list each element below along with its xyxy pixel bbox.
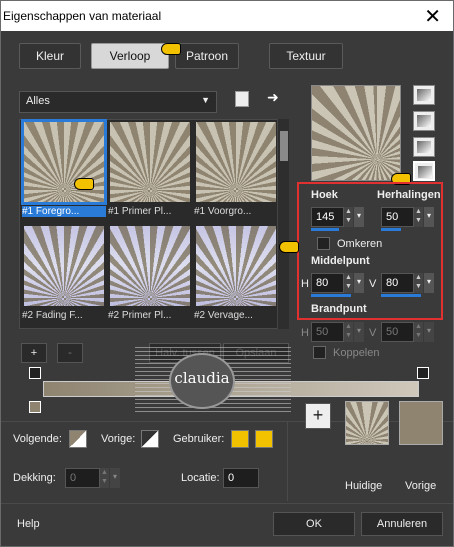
tab-verloop[interactable]: Verloop [91,43,169,69]
middelpunt-v-slider[interactable] [381,294,421,297]
dekking-label: Dekking: [13,472,56,484]
middelpunt-h-dropdown[interactable]: ▾ [354,273,364,293]
thumbnail-label: #1 Primer Pl... [108,206,172,217]
highlight-frame [297,182,443,320]
material-properties-dialog: Eigenschappen van materiaal ✕ Kleur Verl… [0,0,454,547]
thumbnail-label: #1 Voorgro... [194,206,252,217]
middelpunt-h-slider[interactable] [311,294,351,297]
opacity-stop-left[interactable] [29,367,41,379]
rectangular-style-button[interactable] [413,111,435,131]
herhalingen-spinner[interactable]: ▲ ▼ [413,207,423,227]
vertical-divider [287,421,288,501]
brandpunt-h-dropdown[interactable]: ▾ [354,322,364,342]
middelpunt-v-spinner[interactable]: ▲ ▼ [413,273,423,293]
sunburst-style-button[interactable] [413,161,435,181]
cancel-button[interactable]: Annuleren [361,512,443,536]
radial-style-button[interactable] [413,137,435,157]
middelpunt-label: Middelpunt [311,255,370,267]
locatie-input[interactable]: 0 [223,468,259,488]
ok-button[interactable]: OK [273,512,355,536]
tab-patroon[interactable]: Patroon [175,43,239,69]
gebruiker-label: Gebruiker: [173,433,225,445]
hoek-spinner[interactable]: ▲ ▼ [343,207,353,227]
linear-style-button[interactable] [413,85,435,105]
gradient-thumbnail[interactable] [110,226,190,306]
thumbnail-label: #2 Fading F... [22,310,83,321]
title-bar: Eigenschappen van materiaal ✕ [1,1,453,31]
brandpunt-v-dropdown[interactable]: ▾ [424,322,434,342]
thumbnail-label: #1 Foregro... [22,206,106,217]
dekking-dropdown[interactable]: ▾ [110,468,120,488]
koppelen-label: Koppelen [333,347,380,359]
herhalingen-slider[interactable] [381,228,401,231]
linear-gradient-icon [417,89,431,101]
list-view-icon[interactable] [235,91,249,107]
h-label: H [301,278,309,290]
hoek-slider[interactable] [311,228,339,231]
pointer-hand-icon [74,178,94,190]
vorige-stop-label: Vorige: [101,433,136,445]
tab-kleur[interactable]: Kleur [19,43,81,69]
arrow-right-icon[interactable]: ➜ [267,89,279,106]
category-select[interactable]: Alles ▼ [19,91,217,113]
rectangular-gradient-icon [417,115,431,127]
vorige-swatch[interactable] [141,430,159,448]
add-to-swatches-button[interactable]: + [305,403,331,429]
watermark-logo: claudia [135,347,291,415]
help-link[interactable]: Help [17,518,40,530]
chevron-down-icon: ▼ [201,95,210,105]
middelpunt-h-spinner[interactable]: ▲ ▼ [343,273,353,293]
vorige-material-swatch[interactable] [399,401,443,445]
koppelen-checkbox[interactable] [313,346,326,359]
bv-label: V [369,327,377,339]
v-label: V [369,278,377,290]
locatie-label: Locatie: [181,472,220,484]
herhalingen-label: Herhalingen [377,189,441,201]
radial-gradient-icon [417,141,431,153]
brandpunt-h-spinner[interactable]: ▲ ▼ [343,322,353,342]
close-icon[interactable]: ✕ [424,4,441,29]
volgende-label: Volgende: [13,433,62,445]
dekking-spinner[interactable]: ▲ ▼ [99,468,109,488]
gradient-thumbnail[interactable] [21,119,107,205]
window-title: Eigenschappen van materiaal [3,9,162,23]
pointer-hand-icon [279,241,299,253]
gallery-scrollbar[interactable] [277,119,289,329]
hoek-label: Hoek [311,189,338,201]
huidige-label: Huidige [345,480,383,492]
color-stop-left[interactable] [29,401,41,413]
brandpunt-label: Brandpunt [311,303,367,315]
gradient-thumbnail[interactable] [196,122,276,202]
gradient-thumbnail[interactable] [196,226,276,306]
volgende-swatch[interactable] [69,430,87,448]
hoek-dropdown[interactable]: ▾ [354,207,364,227]
footer-divider [1,503,453,504]
opacity-stop-right[interactable] [417,367,429,379]
bh-label: H [301,327,309,339]
thumbnail-label: #2 Primer Pl... [108,310,172,321]
middelpunt-v-dropdown[interactable]: ▾ [424,273,434,293]
sunburst-gradient-icon [418,166,432,178]
tab-textuur[interactable]: Textuur [269,43,343,69]
watermark-text: claudia [174,369,230,387]
brandpunt-v-spinner[interactable]: ▲ ▼ [413,322,423,342]
gebruiker-swatch-2[interactable] [255,430,273,448]
gradient-thumbnail[interactable] [24,226,104,306]
gradient-thumbnail[interactable] [110,122,190,202]
thumbnail-label: #2 Vervage... [194,310,253,321]
gebruiker-swatch-1[interactable] [231,430,249,448]
remove-stop-button[interactable]: - [57,343,83,363]
add-stop-button[interactable]: + [21,343,47,363]
vorige-material-label: Vorige [405,480,437,492]
scrollbar-thumb[interactable] [280,131,288,161]
huidige-swatch[interactable] [345,401,389,445]
pointer-hand-icon [161,43,181,55]
gradient-gallery: #1 Foregro... #1 Primer Pl... #1 Voorgro… [19,119,289,329]
gradient-preview[interactable] [311,85,401,181]
omkeren-label: Omkeren [337,238,383,250]
category-value: Alles [26,95,50,107]
omkeren-checkbox[interactable] [317,237,330,250]
herhalingen-dropdown[interactable]: ▾ [424,207,434,227]
